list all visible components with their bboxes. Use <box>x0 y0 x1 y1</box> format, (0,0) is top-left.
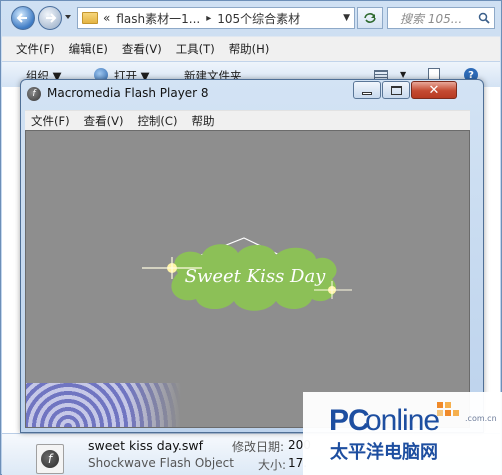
flash-window-title: Macromedia Flash Player 8 <box>47 86 209 100</box>
flash-menu-view[interactable]: 查看(V) <box>84 113 124 129</box>
flash-logo-icon: f <box>41 450 59 468</box>
details-size-label: 大小: <box>258 458 287 472</box>
sweet-kiss-day-sign: Sweet Kiss Day <box>171 244 337 311</box>
close-button[interactable]: ✕ <box>411 81 457 99</box>
menu-edit[interactable]: 编辑(E) <box>69 41 108 57</box>
swf-file-icon: f <box>36 444 64 474</box>
sign-text: Sweet Kiss Day <box>185 266 327 287</box>
minimize-icon <box>362 91 372 95</box>
menu-tools[interactable]: 工具(T) <box>176 41 215 57</box>
menu-bar: 文件(F) 编辑(E) 查看(V) 工具(T) 帮助(H) <box>2 36 500 61</box>
menu-view[interactable]: 查看(V) <box>122 41 162 57</box>
forward-button[interactable] <box>38 6 62 30</box>
forward-arrow-icon <box>46 13 57 23</box>
flash-player-window[interactable]: f Macromedia Flash Player 8 ✕ 文件(F) 查看(V… <box>20 79 484 433</box>
back-arrow-icon <box>16 13 27 23</box>
recent-pages-dropdown-icon[interactable] <box>64 13 72 21</box>
flash-stage[interactable]: Sweet Kiss Day <box>25 130 470 428</box>
views-dropdown-icon[interactable]: ▼ <box>400 70 406 79</box>
search-icon[interactable] <box>478 12 490 24</box>
pconline-watermark: PC online .com.cn 太平洋电脑网 <box>303 392 502 475</box>
flash-app-icon: f <box>27 87 41 101</box>
details-file-name: sweet kiss day.swf <box>88 438 204 453</box>
refresh-button[interactable] <box>357 7 383 29</box>
flash-menu-help[interactable]: 帮助 <box>191 113 214 129</box>
back-button[interactable] <box>11 6 35 30</box>
details-file-type: Shockwave Flash Object <box>88 456 234 470</box>
ripple-fade <box>126 383 181 427</box>
menu-file[interactable]: 文件(F) <box>16 41 55 57</box>
flash-menu-control[interactable]: 控制(C) <box>137 113 177 129</box>
folder-icon <box>82 12 98 24</box>
watermark-brand-pc: PC <box>329 404 370 437</box>
breadcrumb-flash-materials[interactable]: flash素材一1... <box>116 10 200 27</box>
close-icon: ✕ <box>428 82 440 98</box>
refresh-icon <box>364 13 376 23</box>
watermark-pixel-icon <box>437 402 459 416</box>
breadcrumb-separator-icon[interactable]: ▸ <box>206 13 211 24</box>
address-bar[interactable]: « flash素材一1... ▸ 105个综合素材 ▼ <box>77 7 355 29</box>
flash-menu-bar: 文件(F) 查看(V) 控制(C) 帮助 <box>25 110 470 130</box>
menu-help[interactable]: 帮助(H) <box>229 41 270 57</box>
maximize-button[interactable] <box>382 81 410 99</box>
watermark-domain: .com.cn <box>465 414 497 423</box>
breadcrumb-105-materials[interactable]: 105个综合素材 <box>217 10 300 27</box>
details-modified-label: 修改日期: <box>232 440 285 454</box>
watermark-chinese-name: 太平洋电脑网 <box>330 442 438 463</box>
maximize-icon <box>390 85 402 95</box>
minimize-button[interactable] <box>353 81 381 99</box>
flash-menu-file[interactable]: 文件(F) <box>31 113 70 129</box>
breadcrumb-overflow[interactable]: « <box>103 11 110 25</box>
search-input[interactable]: 搜索 105... <box>387 7 495 29</box>
search-placeholder: 搜索 105... <box>400 11 463 26</box>
address-dropdown-icon[interactable]: ▼ <box>343 13 350 23</box>
